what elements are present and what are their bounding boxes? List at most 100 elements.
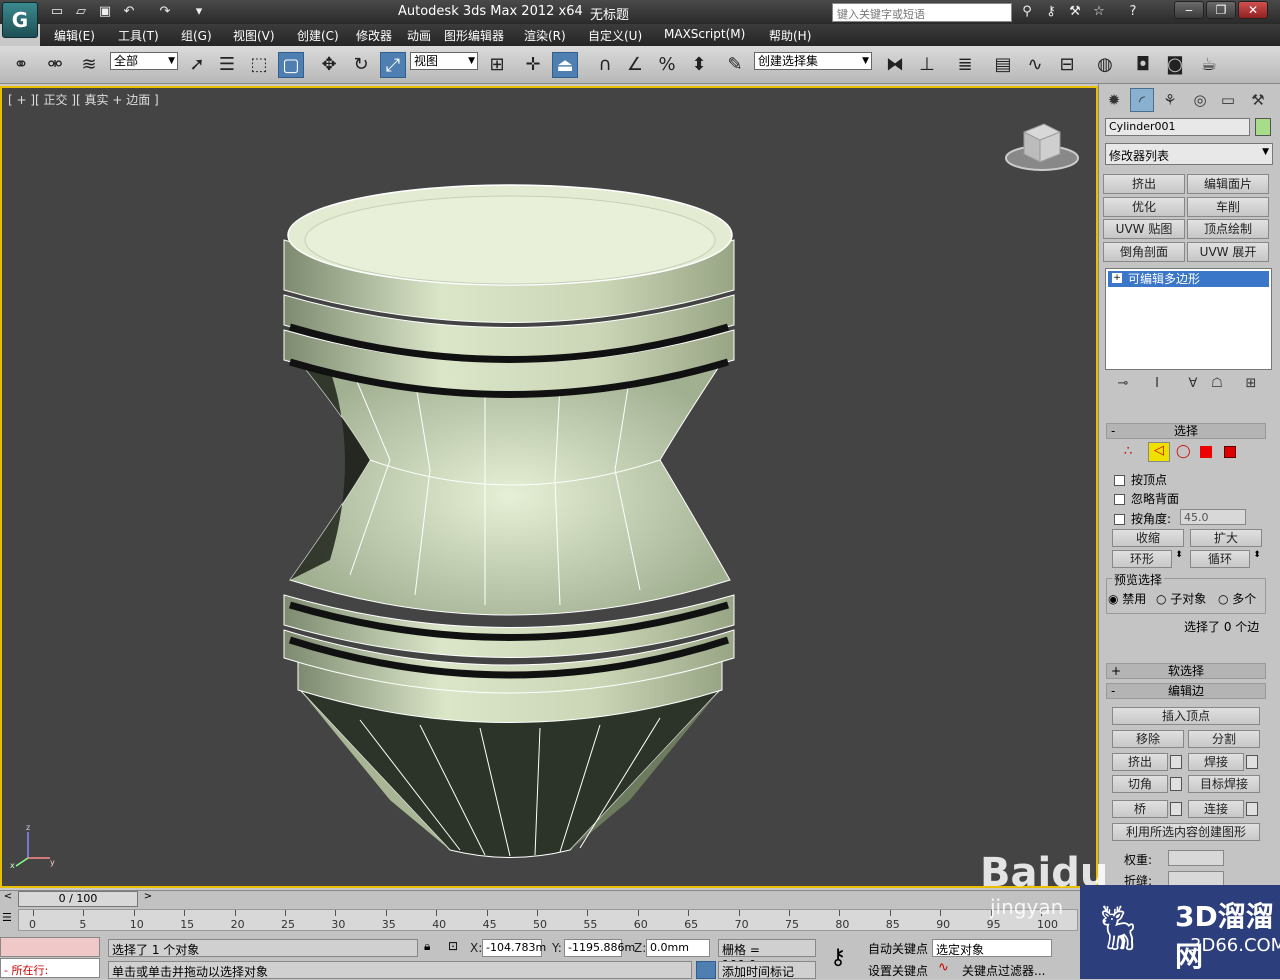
menu-edit[interactable]: 编辑(E) bbox=[54, 27, 95, 44]
move-icon[interactable]: ✥ bbox=[316, 52, 342, 78]
rendered-frame-icon[interactable]: ◙ bbox=[1162, 52, 1188, 78]
reference-coord-dropdown[interactable]: 视图 bbox=[410, 52, 478, 70]
snaps-toggle-icon[interactable]: ∩ bbox=[592, 52, 618, 78]
key-icon[interactable]: ⚷ bbox=[1042, 3, 1060, 21]
save-icon[interactable]: ▣ bbox=[96, 3, 114, 21]
extrude-button[interactable]: 挤出 bbox=[1112, 753, 1168, 771]
menu-modifiers[interactable]: 修改器 bbox=[356, 27, 392, 44]
auto-key-button[interactable]: 自动关键点 bbox=[868, 940, 928, 957]
split-button[interactable]: 分割 bbox=[1188, 730, 1260, 748]
utilities-tab-icon[interactable]: ⚒ bbox=[1246, 88, 1270, 112]
select-by-name-icon[interactable]: ☰ bbox=[214, 52, 240, 78]
remove-button[interactable]: 移除 bbox=[1112, 730, 1184, 748]
modify-tab-icon[interactable]: ◜ bbox=[1130, 88, 1154, 112]
material-editor-icon[interactable]: ◍ bbox=[1092, 52, 1118, 78]
expand-icon[interactable]: + bbox=[1112, 273, 1122, 283]
show-end-result-icon[interactable]: Ⅰ bbox=[1146, 376, 1168, 396]
border-mode-icon[interactable]: ◯ bbox=[1176, 444, 1191, 459]
maximize-button[interactable]: ❐ bbox=[1206, 1, 1236, 19]
preview-subobj-radio[interactable]: ○ 子对象 bbox=[1156, 590, 1206, 607]
scale-icon[interactable]: ⤢ bbox=[380, 52, 406, 78]
grow-button[interactable]: 扩大 bbox=[1190, 529, 1262, 547]
insert-vertex-button[interactable]: 插入顶点 bbox=[1112, 707, 1260, 725]
menu-customize[interactable]: 自定义(U) bbox=[588, 27, 642, 44]
object-name-field[interactable]: Cylinder001 bbox=[1105, 118, 1250, 136]
select-object-icon[interactable]: ➚ bbox=[184, 52, 210, 78]
menu-rendering[interactable]: 渲染(R) bbox=[524, 27, 566, 44]
lock-selection-icon[interactable]: 🔒︎ bbox=[424, 939, 430, 954]
menu-tools[interactable]: 工具(T) bbox=[118, 27, 159, 44]
time-slider[interactable]: 0 / 100 bbox=[18, 891, 138, 907]
loop-button[interactable]: 循环 bbox=[1190, 550, 1250, 568]
connect-settings-icon[interactable] bbox=[1246, 802, 1258, 816]
new-file-icon[interactable]: ▭ bbox=[48, 3, 66, 21]
motion-tab-icon[interactable]: ◎ bbox=[1188, 88, 1212, 112]
viewcube-icon[interactable] bbox=[1002, 120, 1082, 175]
bridge-button[interactable]: 桥 bbox=[1112, 800, 1168, 818]
weld-button[interactable]: 焊接 bbox=[1188, 753, 1244, 771]
align-icon[interactable]: ⊥ bbox=[914, 52, 940, 78]
graphite-tools-icon[interactable]: ▤ bbox=[990, 52, 1016, 78]
app-logo[interactable]: G bbox=[2, 2, 38, 38]
help-icon[interactable]: ? bbox=[1124, 3, 1142, 21]
key-mode-dropdown[interactable]: 选定对象 bbox=[932, 939, 1052, 957]
menu-create[interactable]: 创建(C) bbox=[297, 27, 339, 44]
key-filter-icon[interactable]: ∿ bbox=[938, 960, 949, 975]
soft-selection-rollout-header[interactable]: + 软选择 bbox=[1106, 663, 1266, 679]
configure-sets-icon[interactable]: ⊞ bbox=[1240, 376, 1262, 396]
mirror-icon[interactable]: ⧓ bbox=[882, 52, 908, 78]
menu-animation[interactable]: 动画 bbox=[407, 27, 431, 44]
named-selection-dropdown[interactable]: 创建选择集 bbox=[754, 52, 872, 70]
ignore-backfacing-checkbox[interactable]: 忽略背面 bbox=[1114, 490, 1274, 506]
mod-btn-optimize[interactable]: 优化 bbox=[1103, 197, 1185, 217]
shrink-button[interactable]: 收缩 bbox=[1112, 529, 1184, 547]
absolute-mode-icon[interactable]: ⊡ bbox=[448, 939, 458, 953]
stack-item-editable-poly[interactable]: + 可编辑多边形 bbox=[1108, 271, 1269, 287]
mod-btn-extrude[interactable]: 挤出 bbox=[1103, 174, 1185, 194]
open-file-icon[interactable]: ▱ bbox=[72, 3, 90, 21]
hierarchy-tab-icon[interactable]: ⚘ bbox=[1158, 88, 1182, 112]
unlink-icon[interactable]: ⚮ bbox=[42, 52, 68, 78]
remove-modifier-icon[interactable]: ☖ bbox=[1206, 376, 1228, 396]
mod-btn-lathe[interactable]: 车削 bbox=[1187, 197, 1269, 217]
x-coordinate-field[interactable]: -104.783m bbox=[482, 939, 546, 957]
angle-snap-icon[interactable]: ∠ bbox=[622, 52, 648, 78]
spinner-snap-icon[interactable]: ⬍ bbox=[686, 52, 712, 78]
menu-help[interactable]: 帮助(H) bbox=[769, 27, 811, 44]
mod-btn-uvw-map[interactable]: UVW 贴图 bbox=[1103, 219, 1185, 239]
weight-spinner[interactable] bbox=[1168, 850, 1224, 866]
ring-button[interactable]: 环形 bbox=[1112, 550, 1172, 568]
loop-spinner-icon[interactable]: ⬍ bbox=[1252, 550, 1262, 568]
maxscript-listener[interactable] bbox=[0, 937, 100, 957]
weld-settings-icon[interactable] bbox=[1246, 755, 1258, 769]
percent-snap-icon[interactable]: % bbox=[654, 52, 680, 78]
chamfer-settings-icon[interactable] bbox=[1170, 777, 1182, 791]
make-unique-icon[interactable]: ∀ bbox=[1182, 376, 1204, 396]
viewport-label[interactable]: [ + ][ 正交 ][ 真实 + 边面 ] bbox=[8, 91, 159, 108]
edit-edges-rollout-header[interactable]: - 编辑边 bbox=[1106, 683, 1266, 699]
z-coordinate-field[interactable]: 0.0mm bbox=[646, 939, 710, 957]
polygon-mode-icon[interactable] bbox=[1200, 446, 1212, 458]
set-key-button[interactable]: 设置关键点 bbox=[868, 962, 928, 979]
keyboard-shortcut-icon[interactable]: ⏏ bbox=[552, 52, 578, 78]
close-button[interactable]: ✕ bbox=[1238, 1, 1268, 19]
extrude-settings-icon[interactable] bbox=[1170, 755, 1182, 769]
preview-off-radio[interactable]: ◉ 禁用 bbox=[1108, 590, 1146, 607]
vertex-mode-icon[interactable]: ∴ bbox=[1124, 444, 1132, 459]
pivot-center-icon[interactable]: ⊞ bbox=[484, 52, 510, 78]
window-crossing-icon[interactable]: ▢ bbox=[278, 52, 304, 78]
angle-spinner[interactable]: 45.0 bbox=[1180, 509, 1246, 525]
redo-icon[interactable]: ↷ bbox=[156, 3, 174, 21]
edit-named-selection-icon[interactable]: ✎ bbox=[722, 52, 748, 78]
track-bar-icon[interactable]: ☰ bbox=[2, 911, 16, 927]
timeline-prev-icon[interactable]: < bbox=[0, 891, 16, 907]
search-input[interactable]: 键入关键字或短语 bbox=[832, 3, 1012, 22]
bridge-settings-icon[interactable] bbox=[1170, 802, 1182, 816]
modifier-list-dropdown[interactable]: 修改器列表 bbox=[1105, 143, 1273, 165]
display-tab-icon[interactable]: ▭ bbox=[1216, 88, 1240, 112]
signal-icon[interactable]: ⚒ bbox=[1066, 3, 1084, 21]
curve-editor-icon[interactable]: ∿ bbox=[1022, 52, 1048, 78]
connect-button[interactable]: 连接 bbox=[1188, 800, 1244, 818]
cylinder-model[interactable] bbox=[270, 180, 750, 870]
chamfer-button[interactable]: 切角 bbox=[1112, 775, 1168, 793]
